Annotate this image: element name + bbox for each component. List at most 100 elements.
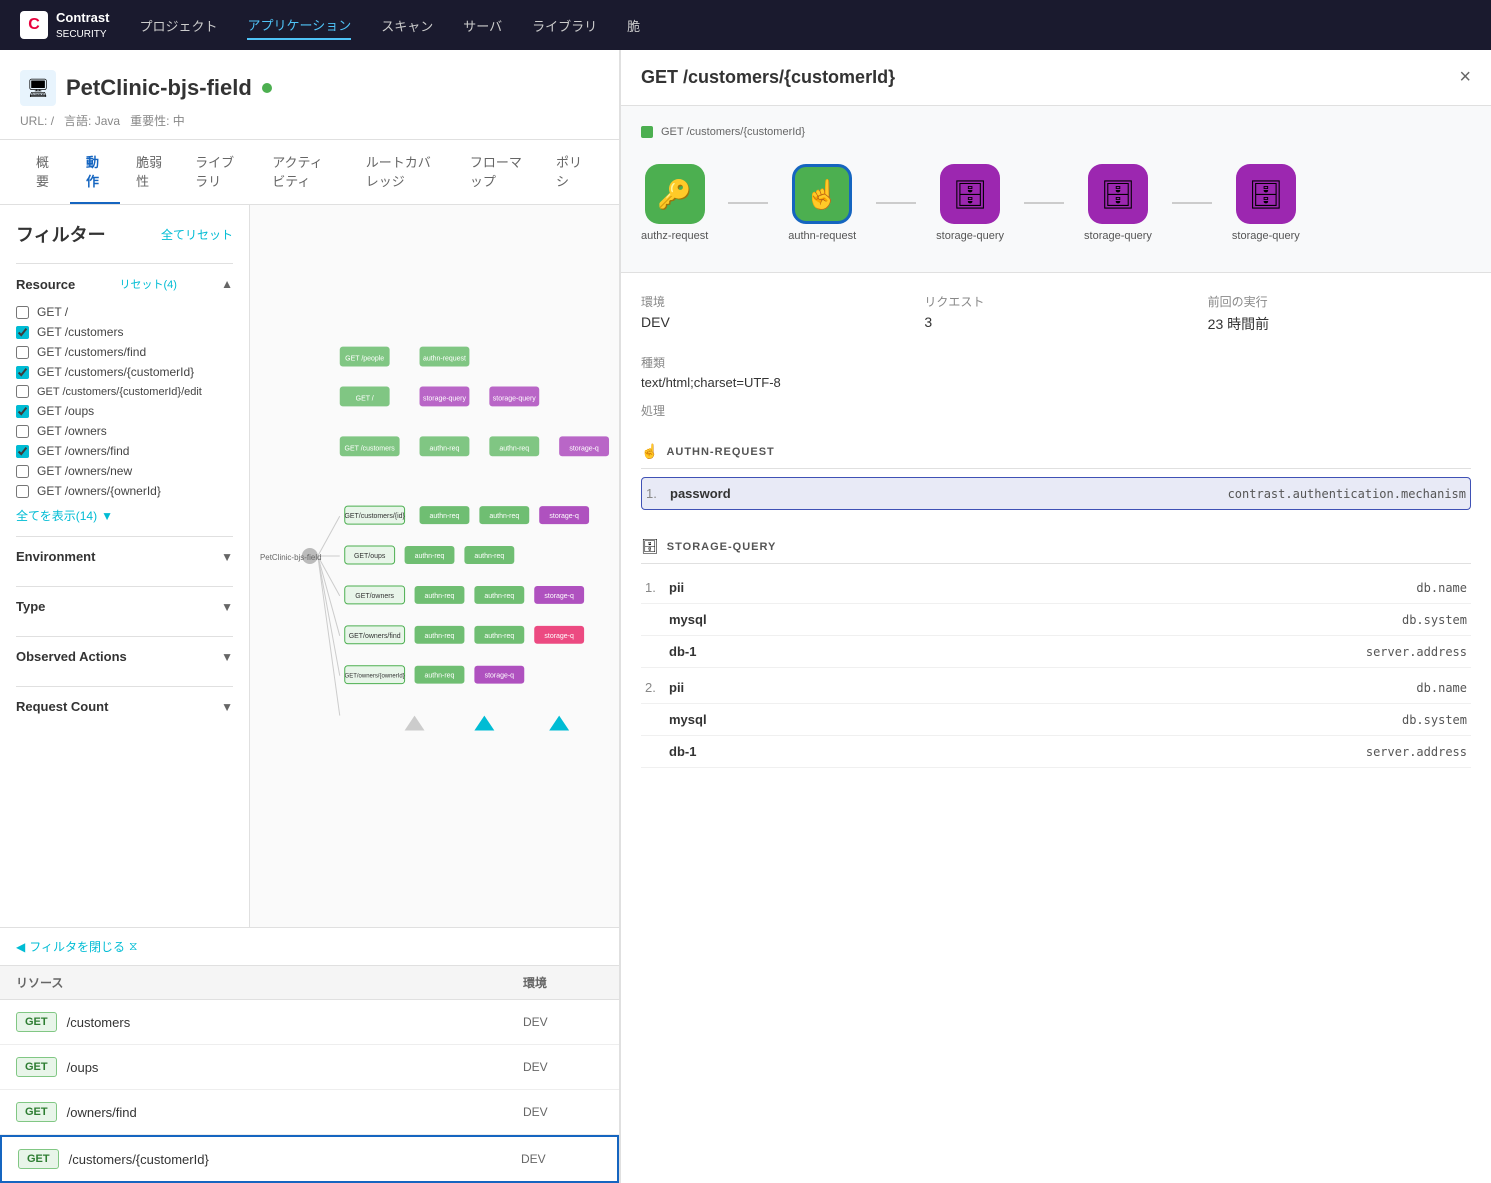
- flow-connector: [876, 202, 916, 204]
- resource-path: /customers/{customerId}: [69, 1152, 521, 1167]
- data-num: 1.: [646, 486, 670, 501]
- filter-item[interactable]: GET /owners/new: [16, 461, 233, 481]
- filter-checkbox-get-oups[interactable]: [16, 405, 29, 418]
- table-row[interactable]: GET /oups DEV: [0, 1045, 619, 1090]
- tab-libraries[interactable]: ライブラリ: [179, 140, 256, 204]
- storage-section: 🗄 STORAGE-QUERY 1. pii db.name mysql db.…: [641, 530, 1471, 768]
- observed-actions-label: Observed Actions: [16, 649, 127, 664]
- svg-text:storage-q: storage-q: [485, 673, 515, 680]
- filter-item[interactable]: GET /customers/{customerId}: [16, 362, 233, 382]
- filter-checkbox-get-root[interactable]: [16, 306, 29, 319]
- method-badge-get: GET: [16, 1012, 57, 1032]
- table-controls: ◀ フィルタを閉じる ⧖: [0, 928, 619, 966]
- authn-node-label: authn-request: [788, 230, 856, 242]
- close-filter-button[interactable]: ◀ フィルタを閉じる ⧖: [16, 938, 137, 955]
- meta-env: 環境 DEV: [641, 293, 904, 334]
- nav-project[interactable]: プロジェクト: [139, 12, 217, 39]
- svg-text:storage-q: storage-q: [544, 593, 574, 600]
- storage-tag: STORAGE-QUERY: [667, 541, 777, 553]
- process-label-section: 処理: [641, 402, 1471, 419]
- tab-flowmap[interactable]: フローマップ: [454, 140, 540, 204]
- close-panel-button[interactable]: ×: [1459, 66, 1471, 89]
- left-panel: 🖥 PetClinic-bjs-field URL: / 言語: Java 重要…: [0, 50, 620, 1183]
- storage2-node-icon: 🗄: [1088, 164, 1148, 224]
- nav-server[interactable]: サーバ: [463, 12, 502, 39]
- authz-node-label: authz-request: [641, 230, 708, 242]
- filter-item[interactable]: GET /oups: [16, 401, 233, 421]
- chevron-down-icon: ▼: [101, 509, 113, 523]
- route-table: ◀ フィルタを閉じる ⧖ リソース 環境 GET /customers DEV: [0, 927, 619, 1183]
- nav-vuln[interactable]: 脆: [627, 12, 640, 39]
- authn-node-icon: ☝: [792, 164, 852, 224]
- flow-node-authn[interactable]: ☝ authn-request: [788, 164, 856, 242]
- nav-library[interactable]: ライブラリ: [532, 12, 597, 39]
- show-more-button[interactable]: 全てを表示(14) ▼: [16, 507, 233, 524]
- resource-reset[interactable]: リセット(4): [119, 276, 176, 292]
- filter-section-observed-actions: Observed Actions ▼: [16, 636, 233, 686]
- table-row[interactable]: GET /owners/find DEV: [0, 1090, 619, 1135]
- filter-item[interactable]: GET /customers: [16, 322, 233, 342]
- chevron-down-icon: ▼: [221, 600, 233, 614]
- table-row[interactable]: GET /customers DEV: [0, 1000, 619, 1045]
- data-val: db.system: [1402, 713, 1467, 727]
- flow-node-storage-3[interactable]: 🗄 storage-query: [1232, 164, 1300, 242]
- filter-item[interactable]: GET /customers/find: [16, 342, 233, 362]
- filter-checkbox-get-owners-new[interactable]: [16, 465, 29, 478]
- filter-checkbox-get-owners[interactable]: [16, 425, 29, 438]
- tab-activity[interactable]: アクティビティ: [256, 140, 350, 204]
- type-label: 種類: [641, 354, 1471, 371]
- filter-checkbox-get-customers[interactable]: [16, 326, 29, 339]
- reset-all-button[interactable]: 全てリセット: [161, 226, 233, 243]
- breadcrumb: GET /customers/{customerId}: [641, 126, 1471, 138]
- tab-vulnerabilities[interactable]: 脆弱性: [120, 140, 179, 204]
- svg-text:GET /people: GET /people: [345, 356, 384, 363]
- storage3-node-label: storage-query: [1232, 230, 1300, 242]
- nav-scan[interactable]: スキャン: [381, 12, 433, 39]
- process-label: 処理: [641, 402, 1471, 419]
- svg-text:GET/owners: GET/owners: [355, 593, 394, 600]
- filter-checkbox-get-owners-find[interactable]: [16, 445, 29, 458]
- filter-checkbox-get-customers-edit[interactable]: [16, 385, 29, 398]
- flow-node-authz[interactable]: 🔑 authz-request: [641, 164, 708, 242]
- nav-application[interactable]: アプリケーション: [247, 11, 351, 40]
- panel-title: GET /customers/{customerId}: [641, 67, 895, 88]
- table-header: リソース 環境: [0, 966, 619, 1000]
- storage2-node-label: storage-query: [1084, 230, 1152, 242]
- storage1-node-label: storage-query: [936, 230, 1004, 242]
- storage1-node-icon: 🗄: [940, 164, 1000, 224]
- filter-checkbox-get-owners-id[interactable]: [16, 485, 29, 498]
- flow-node-storage-1[interactable]: 🗄 storage-query: [936, 164, 1004, 242]
- detail-panel: GET /customers/{customerId} × GET /custo…: [620, 50, 1491, 1183]
- flow-map-svg: GET /people authn-request GET /: [250, 205, 619, 927]
- tab-overview[interactable]: 概要: [20, 140, 70, 204]
- filter-item[interactable]: GET /owners/{ownerId}: [16, 481, 233, 501]
- tab-route-coverage[interactable]: ルートカバレッジ: [350, 140, 454, 204]
- tab-actions[interactable]: 動作: [70, 140, 120, 204]
- filter-checkbox-get-customers-id[interactable]: [16, 366, 29, 379]
- data-val: db.name: [1416, 681, 1467, 695]
- filter-checkbox-get-customers-find[interactable]: [16, 346, 29, 359]
- flow-connector: [1024, 202, 1064, 204]
- filter-item[interactable]: GET /customers/{customerId}/edit: [16, 382, 233, 401]
- filter-item[interactable]: GET /: [16, 302, 233, 322]
- logo[interactable]: C ContrastSECURITY: [20, 10, 109, 40]
- svg-text:storage-q: storage-q: [544, 633, 574, 640]
- chevron-left-icon: ◀: [16, 940, 25, 954]
- app-header: 🖥 PetClinic-bjs-field URL: / 言語: Java 重要…: [0, 50, 619, 140]
- filter-sidebar: フィルター 全てリセット Resource リセット(4) ▲ GET /: [0, 205, 250, 927]
- filter-item[interactable]: GET /owners/find: [16, 441, 233, 461]
- flow-map[interactable]: GET /people authn-request GET /: [250, 205, 619, 927]
- tab-policy[interactable]: ポリシ: [540, 140, 599, 204]
- flow-node-storage-2[interactable]: 🗄 storage-query: [1084, 164, 1152, 242]
- col-resource-header: リソース: [16, 974, 523, 991]
- env-label: DEV: [521, 1152, 601, 1166]
- resource-path: /customers: [67, 1015, 523, 1030]
- table-row-selected[interactable]: GET /customers/{customerId} DEV: [0, 1135, 619, 1183]
- svg-text:storage-query: storage-query: [493, 395, 537, 402]
- data-key: password: [670, 486, 1228, 501]
- filter-item[interactable]: GET /owners: [16, 421, 233, 441]
- chevron-up-icon: ▲: [221, 277, 233, 291]
- meta-grid: 環境 DEV リクエスト 3 前回の実行 23 時間前: [641, 293, 1471, 334]
- filter-icon: ⧖: [129, 939, 137, 954]
- svg-text:authn-req: authn-req: [484, 593, 514, 600]
